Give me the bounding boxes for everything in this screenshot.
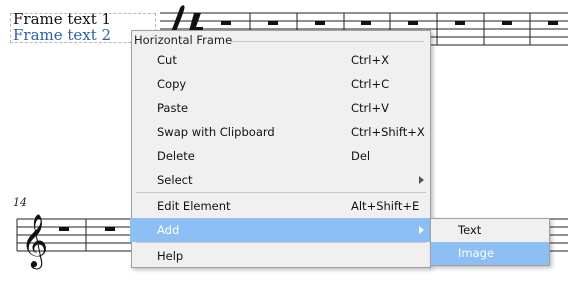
menu-item-label: Delete — [157, 149, 195, 163]
menu-separator — [136, 242, 426, 243]
menu-item-label: Select — [157, 173, 193, 187]
menu-item-label: Edit Element — [157, 199, 231, 213]
menu-item-add[interactable]: Add — [130, 218, 432, 242]
context-menu: Horizontal Frame Cut Ctrl+X Copy Ctrl+C … — [130, 30, 432, 268]
menu-title: Horizontal Frame — [134, 33, 233, 47]
menu-item-label: Help — [157, 249, 184, 263]
submenu-arrow-icon — [419, 226, 424, 234]
menu-item-paste[interactable]: Paste Ctrl+V — [132, 96, 430, 120]
frame-text-2[interactable]: Frame text 2 — [13, 28, 111, 43]
menu-item-label: Cut — [157, 53, 177, 67]
menu-item-shortcut: Ctrl+Shift+X — [351, 125, 425, 139]
menu-item-help[interactable]: Help — [132, 244, 430, 268]
menu-item-cut[interactable]: Cut Ctrl+X — [132, 48, 430, 72]
menu-item-shortcut: Ctrl+V — [351, 101, 389, 115]
menu-item-label: Add — [157, 223, 180, 237]
submenu-item-text[interactable]: Text — [431, 219, 549, 242]
measure-number: 14 — [13, 196, 27, 209]
add-submenu: Text Image — [430, 218, 550, 266]
menu-item-label: Copy — [157, 77, 187, 91]
menu-item-label: Swap with Clipboard — [157, 125, 275, 139]
menu-item-shortcut: Del — [351, 149, 371, 163]
menu-item-label: Paste — [157, 101, 189, 115]
menu-item-shortcut: Ctrl+C — [351, 77, 390, 91]
menu-item-swap-with-clipboard[interactable]: Swap with Clipboard Ctrl+Shift+X — [132, 120, 430, 144]
submenu-item-label: Image — [458, 246, 495, 260]
menu-title-divider — [230, 41, 424, 42]
svg-text:𝄞: 𝄞 — [21, 213, 48, 269]
menu-item-delete[interactable]: Delete Del — [132, 144, 430, 168]
menu-item-edit-element[interactable]: Edit Element Alt+Shift+E — [132, 194, 430, 218]
bottom-staff-rests — [59, 227, 115, 231]
menu-item-select[interactable]: Select — [132, 168, 430, 192]
menu-separator — [136, 192, 426, 193]
submenu-arrow-icon — [419, 176, 424, 184]
submenu-item-label: Text — [458, 223, 482, 237]
menu-item-shortcut: Ctrl+X — [351, 53, 389, 67]
frame-text-1[interactable]: Frame text 1 — [13, 12, 111, 27]
submenu-item-image[interactable]: Image — [431, 242, 549, 265]
menu-item-copy[interactable]: Copy Ctrl+C — [132, 72, 430, 96]
treble-clef-icon: 𝄞 — [21, 213, 48, 269]
menu-item-shortcut: Alt+Shift+E — [351, 199, 420, 213]
